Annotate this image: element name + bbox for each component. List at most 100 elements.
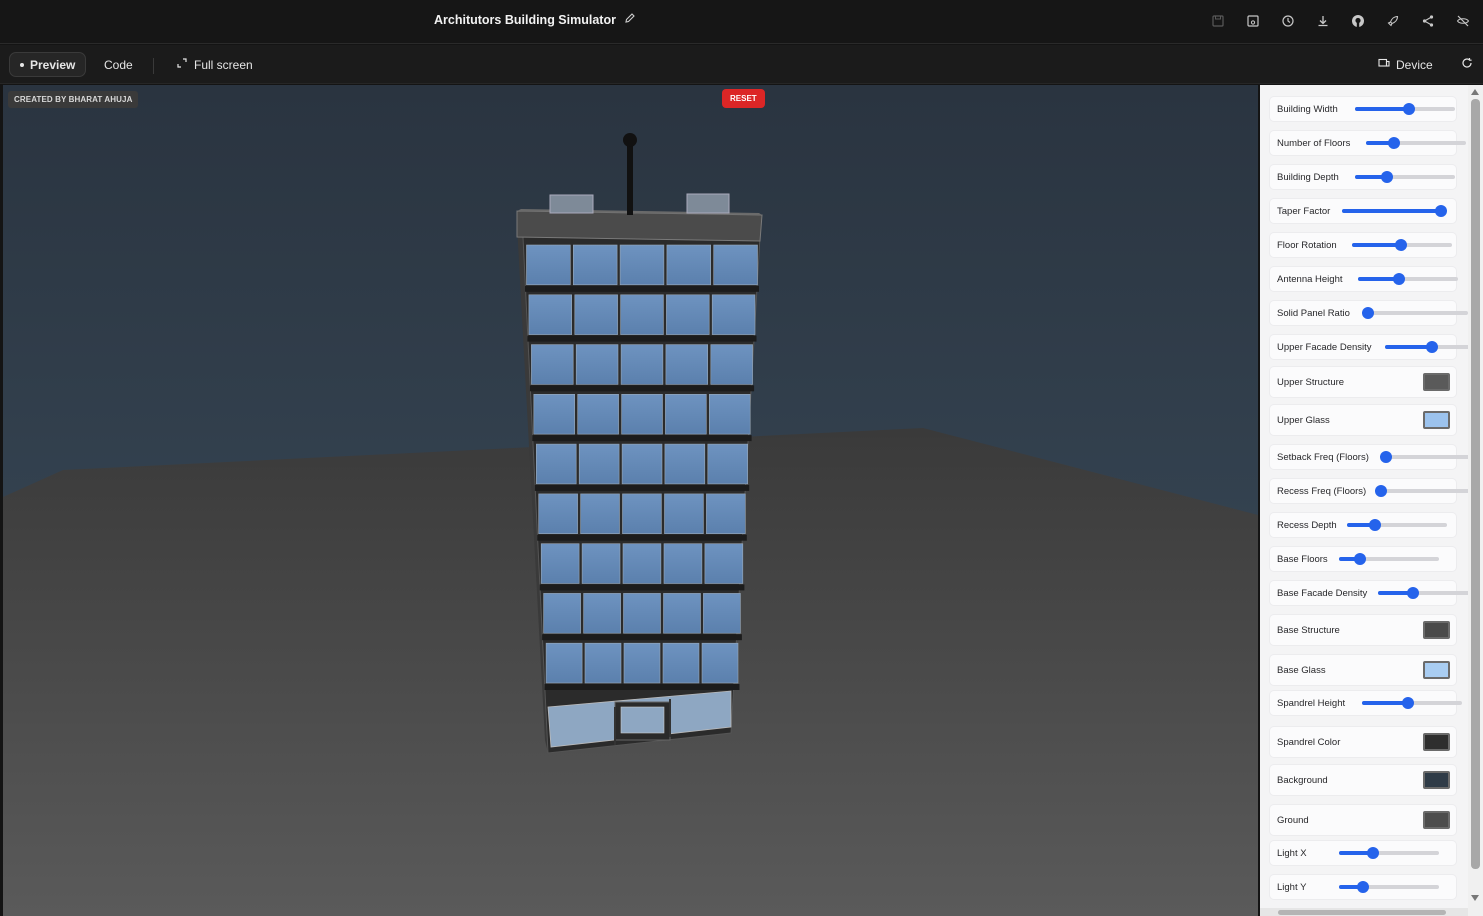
code-tab[interactable]: Code (94, 52, 143, 77)
scrollbar-thumb[interactable] (1471, 99, 1480, 869)
slider-thumb[interactable] (1393, 273, 1405, 285)
refresh-icon (1461, 57, 1473, 72)
control-panel: Building Width Number of Floors Building D… (1260, 85, 1468, 916)
share-icon[interactable] (1417, 10, 1438, 31)
preview-dot-icon (20, 62, 24, 67)
window-pane (666, 294, 710, 335)
edit-title-icon[interactable] (624, 12, 636, 27)
window-pane (704, 543, 744, 584)
slider-thumb[interactable] (1407, 587, 1419, 599)
device-button[interactable]: Device (1368, 52, 1443, 77)
slider-thumb[interactable] (1369, 519, 1381, 531)
control-label: Antenna Height (1277, 273, 1343, 285)
window-pane (711, 294, 756, 335)
slider-thumb[interactable] (1426, 341, 1438, 353)
slider-fill (1352, 243, 1401, 247)
window-pane (533, 393, 575, 435)
window-pane (623, 593, 661, 634)
slider-thumb[interactable] (1435, 205, 1447, 217)
github-icon[interactable] (1347, 10, 1368, 31)
window-pane (619, 244, 665, 286)
range-slider[interactable] (1355, 103, 1455, 115)
range-slider[interactable] (1378, 587, 1468, 599)
color-swatch[interactable] (1423, 771, 1450, 789)
range-slider[interactable] (1342, 205, 1447, 217)
preview-tab[interactable]: Preview (9, 52, 87, 77)
window-pane (545, 642, 583, 684)
reset-button[interactable]: RESET (722, 89, 765, 108)
control-label: Building Depth (1277, 171, 1339, 183)
color-swatch[interactable] (1423, 373, 1450, 391)
range-slider[interactable] (1339, 553, 1439, 565)
window-pane (701, 642, 739, 684)
rocket-icon[interactable] (1382, 10, 1403, 31)
range-slider[interactable] (1347, 519, 1447, 531)
range-slider[interactable] (1375, 485, 1468, 497)
hide-icon[interactable] (1452, 10, 1473, 31)
slider-thumb[interactable] (1381, 171, 1393, 183)
expand-icon (176, 57, 188, 72)
3d-viewport[interactable]: CREATED BY BHARAT AHUJA RESET (3, 85, 1258, 916)
save-icon[interactable] (1242, 10, 1263, 31)
window-pane (706, 493, 746, 534)
range-slider[interactable] (1339, 881, 1439, 893)
download-icon[interactable] (1312, 10, 1333, 31)
color-swatch[interactable] (1423, 811, 1450, 829)
range-slider[interactable] (1362, 307, 1468, 319)
slider-thumb[interactable] (1375, 485, 1387, 497)
scroll-up-icon[interactable] (1471, 89, 1479, 95)
window-pane (666, 244, 712, 286)
panel-scrollbar-vertical[interactable] (1468, 85, 1483, 916)
range-slider[interactable] (1366, 137, 1466, 149)
panel-scrollbar-horizontal[interactable] (1260, 908, 1468, 916)
slider-thumb[interactable] (1357, 881, 1369, 893)
preview-toolbar: Preview Code Full screen Device (0, 45, 1483, 84)
building (516, 133, 763, 754)
control-base-floors: Base Floors (1270, 547, 1456, 571)
color-swatch[interactable] (1423, 621, 1450, 639)
range-slider[interactable] (1339, 847, 1439, 859)
control-label: Floor Rotation (1277, 239, 1337, 251)
scrollbar-thumb-horizontal[interactable] (1278, 910, 1446, 915)
control-label: Spandrel Color (1277, 736, 1341, 748)
control-upper-facade-density: Upper Facade Density (1270, 335, 1468, 359)
control-label: Taper Factor (1277, 205, 1331, 217)
window-pane (621, 393, 663, 435)
slider-thumb[interactable] (1403, 103, 1415, 115)
slider-thumb[interactable] (1402, 697, 1414, 709)
range-slider[interactable] (1362, 697, 1462, 709)
color-swatch[interactable] (1423, 733, 1450, 751)
range-slider[interactable] (1380, 451, 1468, 463)
refresh-button[interactable] (1451, 52, 1483, 77)
color-swatch[interactable] (1423, 411, 1450, 429)
control-label: Base Glass (1277, 664, 1326, 676)
history-icon[interactable] (1277, 10, 1298, 31)
credit-badge: CREATED BY BHARAT AHUJA (8, 91, 139, 108)
window-pane (713, 244, 758, 286)
fullscreen-label: Full screen (194, 57, 253, 72)
slider-thumb[interactable] (1388, 137, 1400, 149)
range-slider[interactable] (1385, 341, 1468, 353)
control-label: Recess Depth (1277, 519, 1337, 531)
range-slider[interactable] (1355, 171, 1455, 183)
slider-fill (1342, 209, 1441, 213)
device-label: Device (1396, 57, 1433, 72)
slider-thumb[interactable] (1367, 847, 1379, 859)
spandrel (544, 684, 740, 690)
code-tab-label: Code (104, 57, 133, 72)
control-label: Spandrel Height (1277, 697, 1346, 709)
control-solid-panel-ratio: Solid Panel Ratio (1270, 301, 1468, 325)
scroll-down-icon[interactable] (1471, 895, 1479, 901)
slider-thumb[interactable] (1354, 553, 1366, 565)
color-swatch[interactable] (1423, 661, 1450, 679)
range-slider[interactable] (1352, 239, 1452, 251)
range-slider[interactable] (1358, 273, 1458, 285)
slider-thumb[interactable] (1395, 239, 1407, 251)
control-label: Light X (1277, 847, 1307, 859)
slider-thumb[interactable] (1362, 307, 1374, 319)
fullscreen-button[interactable]: Full screen (166, 52, 263, 77)
window-pane (577, 393, 619, 435)
control-label: Background (1277, 774, 1328, 786)
slider-thumb[interactable] (1380, 451, 1392, 463)
control-label: Solid Panel Ratio (1277, 307, 1350, 319)
